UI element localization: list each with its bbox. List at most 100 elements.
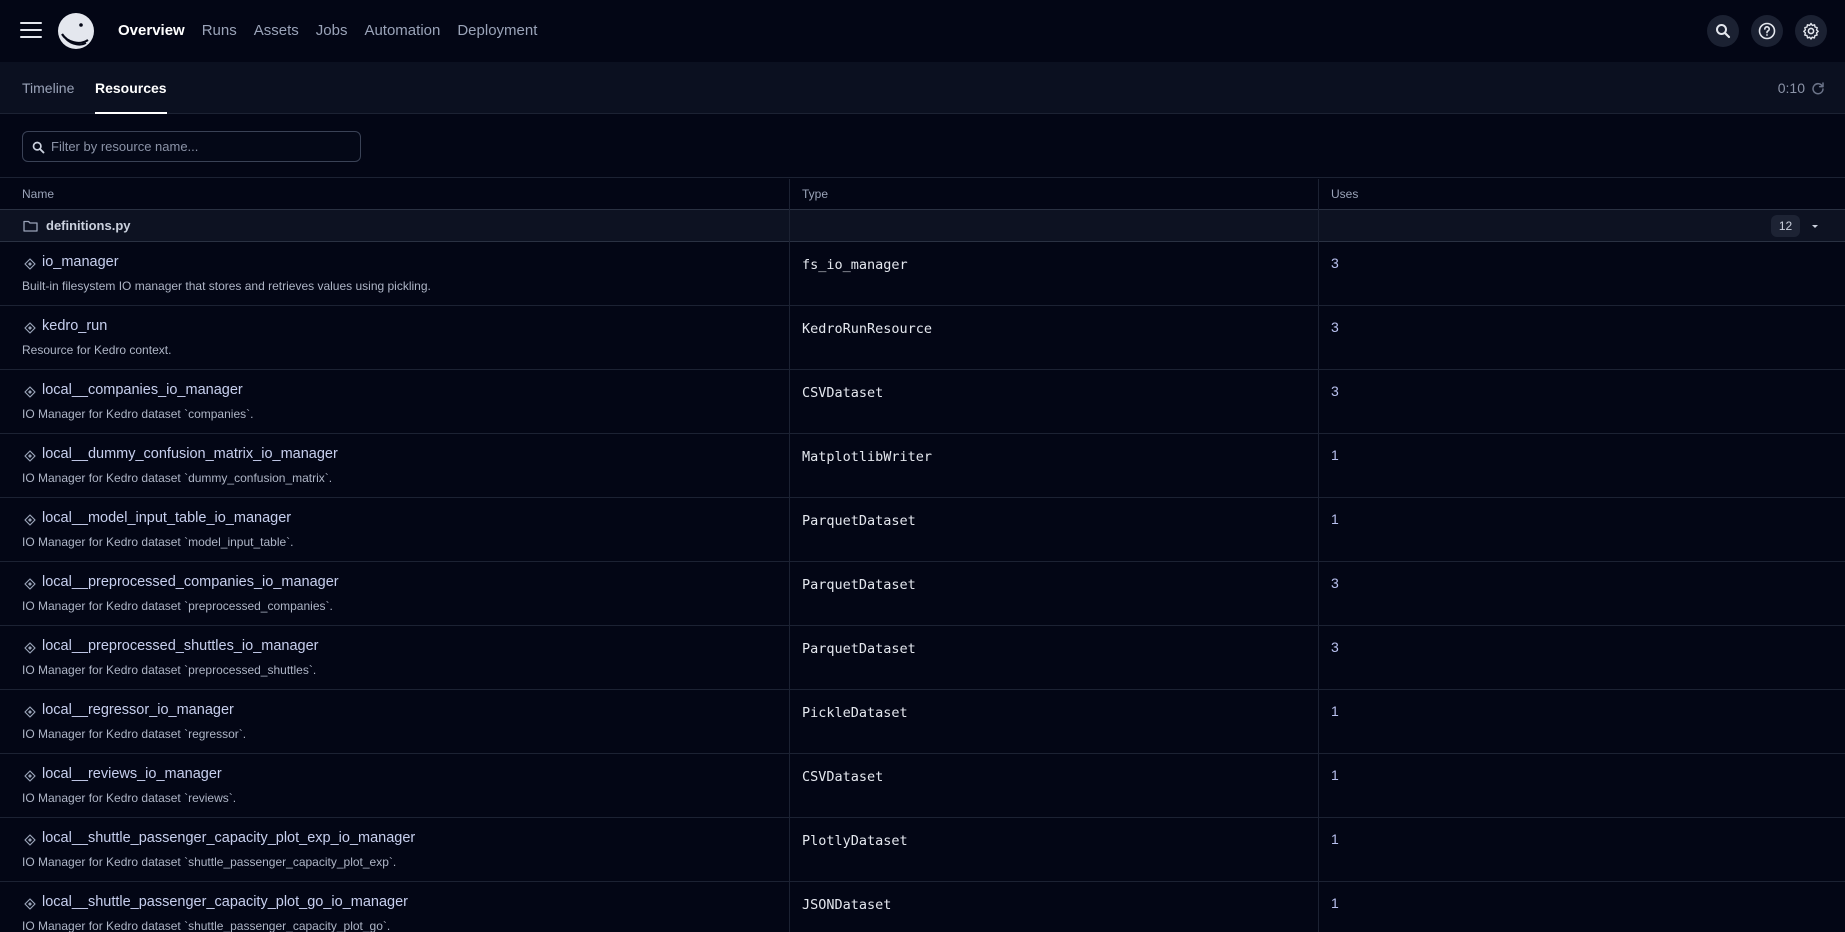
table-row: local__reviews_io_manager IO Manager for … [0,754,1845,818]
resource-type: PlotlyDataset [802,833,908,849]
help-icon [1758,22,1776,40]
resource-icon [24,449,36,465]
settings-button[interactable] [1795,15,1827,47]
resource-uses-link[interactable]: 1 [1331,703,1339,719]
resource-name-link[interactable]: local__model_input_table_io_manager [42,510,291,526]
resource-name-link[interactable]: local__shuttle_passenger_capacity_plot_e… [42,830,415,846]
table-row: local__companies_io_manager IO Manager fo… [0,370,1845,434]
resource-uses-link[interactable]: 1 [1331,511,1339,527]
resource-uses-link[interactable]: 3 [1331,575,1339,591]
resource-uses-link[interactable]: 1 [1331,447,1339,463]
resource-name-link[interactable]: local__dummy_confusion_matrix_io_manager [42,446,338,462]
resource-description: IO Manager for Kedro dataset `companies`… [22,407,254,421]
resource-uses-link[interactable]: 1 [1331,895,1339,911]
resource-type: PickleDataset [802,705,908,721]
resource-icon [24,321,36,337]
resource-icon [24,641,36,657]
resource-type: KedroRunResource [802,321,933,337]
resource-name-link[interactable]: local__companies_io_manager [42,382,243,398]
resource-description: IO Manager for Kedro dataset `regressor`… [22,727,247,741]
nav-runs[interactable]: Runs [202,22,237,39]
table-header: Name Type Uses [0,179,1845,210]
resource-icon [24,257,36,273]
resource-description: IO Manager for Kedro dataset `preprocess… [22,599,333,613]
resource-uses-link[interactable]: 3 [1331,319,1339,335]
refresh-control[interactable]: 0:10 [1778,62,1825,114]
filter-bar [0,115,1845,178]
resource-type: ParquetDataset [802,577,916,593]
resource-type: ParquetDataset [802,513,916,529]
gear-icon [1803,22,1819,40]
resource-icon [24,577,36,593]
table-row: local__model_input_table_io_manager IO Ma… [0,498,1845,562]
resource-name-link[interactable]: local__preprocessed_companies_io_manager [42,574,339,590]
resource-type: JSONDataset [802,897,892,913]
count-badge: 12 [1771,215,1800,237]
nav-deployment[interactable]: Deployment [457,22,537,39]
filter-input[interactable] [51,139,360,154]
folder-icon [23,220,38,232]
table-row: local__shuttle_passenger_capacity_plot_e… [0,818,1845,882]
resource-description: IO Manager for Kedro dataset `preprocess… [22,663,317,677]
top-nav: Overview Runs Assets Jobs Automation Dep… [0,0,1845,60]
resource-name-link[interactable]: local__regressor_io_manager [42,702,234,718]
table-row: kedro_run Resource for Kedro context. Kedr… [0,306,1845,370]
resource-name-link[interactable]: local__shuttle_passenger_capacity_plot_g… [42,894,408,910]
resource-icon [24,513,36,529]
resource-type: CSVDataset [802,769,884,785]
resource-description: IO Manager for Kedro dataset `shuttle_pa… [22,919,391,932]
resource-name-link[interactable]: local__reviews_io_manager [42,766,222,782]
resource-name-link[interactable]: local__preprocessed_shuttles_io_manager [42,638,318,654]
resource-description: Resource for Kedro context. [22,343,172,357]
nav-jobs[interactable]: Jobs [316,22,348,39]
column-header-uses[interactable]: Uses [1331,179,1358,210]
resource-uses-link[interactable]: 3 [1331,639,1339,655]
nav-assets[interactable]: Assets [254,22,299,39]
resource-description: IO Manager for Kedro dataset `reviews`. [22,791,237,805]
resource-uses-link[interactable]: 1 [1331,767,1339,783]
sub-tab-bar: Timeline Resources 0:10 [0,62,1845,114]
dagster-logo-icon[interactable] [57,12,95,50]
nav-overview[interactable]: Overview [118,22,185,39]
nav-automation[interactable]: Automation [364,22,440,39]
hamburger-icon[interactable] [20,20,42,40]
tab-resources[interactable]: Resources [95,62,167,114]
resource-type: fs_io_manager [802,257,908,273]
resource-icon [24,769,36,785]
main-nav: Overview Runs Assets Jobs Automation Dep… [118,0,537,60]
resource-name-link[interactable]: io_manager [42,254,119,270]
help-button[interactable] [1751,15,1783,47]
column-header-name[interactable]: Name [22,179,54,210]
resource-description: IO Manager for Kedro dataset `shuttle_pa… [22,855,397,869]
table-row: io_manager Built-in filesystem IO manager… [0,242,1845,306]
search-icon [1716,24,1731,39]
resource-description: Built-in filesystem IO manager that stor… [22,279,431,293]
column-header-type[interactable]: Type [802,179,828,210]
column-divider [1318,179,1319,932]
chevron-down-icon[interactable] [1808,219,1822,233]
resource-icon [24,705,36,721]
resource-icon [24,833,36,849]
refresh-countdown: 0:10 [1777,80,1805,96]
refresh-icon [1812,82,1824,95]
column-divider [789,179,790,932]
resource-type: MatplotlibWriter [802,449,933,465]
table-row: local__preprocessed_shuttles_io_manager I… [0,626,1845,690]
resource-uses-link[interactable]: 3 [1331,255,1339,271]
table-row: local__regressor_io_manager IO Manager fo… [0,690,1845,754]
table-row: local__shuttle_passenger_capacity_plot_g… [0,882,1845,932]
resource-name-link[interactable]: kedro_run [42,318,107,334]
table-row: local__dummy_confusion_matrix_io_manager… [0,434,1845,498]
search-button[interactable] [1707,15,1739,47]
search-icon [32,141,45,154]
tab-timeline[interactable]: Timeline [22,62,74,114]
resource-type: CSVDataset [802,385,884,401]
resource-uses-link[interactable]: 1 [1331,831,1339,847]
filter-box [22,131,361,162]
resource-description: IO Manager for Kedro dataset `dummy_conf… [22,471,333,485]
resource-icon [24,897,36,913]
resource-icon [24,385,36,401]
group-row[interactable]: definitions.py 12 [0,210,1845,242]
resource-uses-link[interactable]: 3 [1331,383,1339,399]
resource-description: IO Manager for Kedro dataset `model_inpu… [22,535,294,549]
